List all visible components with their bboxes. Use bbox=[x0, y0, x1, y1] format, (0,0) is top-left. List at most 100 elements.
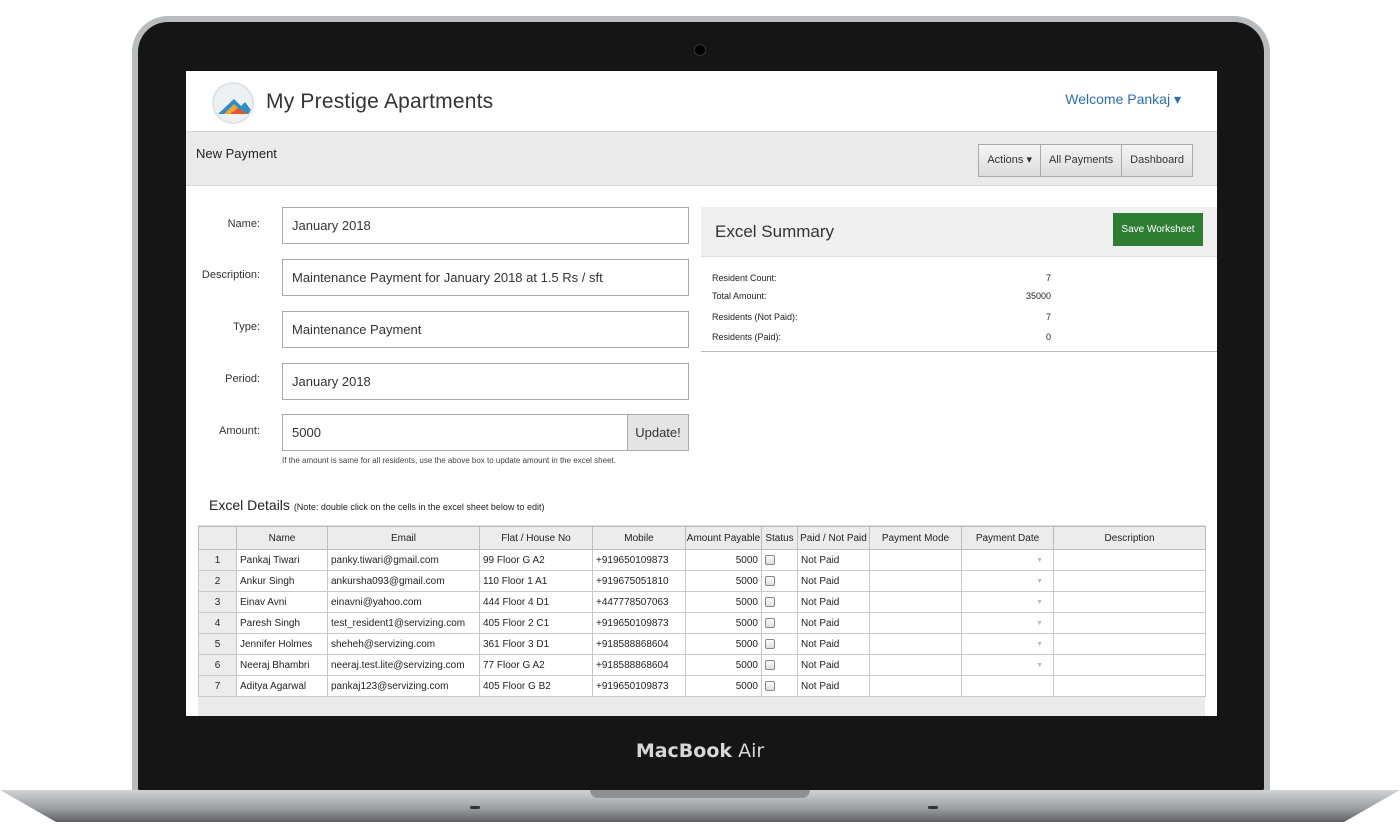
type-field[interactable]: Maintenance Payment bbox=[282, 311, 689, 348]
cell-paid[interactable]: Not Paid bbox=[797, 570, 870, 592]
checkbox-icon[interactable] bbox=[765, 575, 775, 586]
cell-name[interactable]: Neeraj Bhambri bbox=[236, 654, 328, 676]
column-header[interactable]: Flat / House No bbox=[479, 526, 593, 550]
column-header[interactable]: Name bbox=[236, 526, 328, 550]
cell-mode[interactable] bbox=[869, 591, 962, 613]
update-amount-button[interactable]: Update! bbox=[627, 414, 689, 451]
cell-email[interactable]: pankaj123@servizing.com bbox=[327, 675, 480, 697]
app-title[interactable]: My Prestige Apartments bbox=[266, 90, 493, 114]
cell-name[interactable]: Einav Avni bbox=[236, 591, 328, 613]
cell-amount[interactable]: 5000 bbox=[685, 549, 762, 571]
cell-paid[interactable]: Not Paid bbox=[797, 654, 870, 676]
cell-flat[interactable]: 99 Floor G A2 bbox=[479, 549, 593, 571]
cell-email[interactable]: einavni@yahoo.com bbox=[327, 591, 480, 613]
column-header[interactable]: Mobile bbox=[592, 526, 686, 550]
cell-mobile[interactable]: +919650109873 bbox=[592, 612, 686, 634]
cell-email[interactable]: sheheh@servizing.com bbox=[327, 633, 480, 655]
cell-name[interactable]: Pankaj Tiwari bbox=[236, 549, 328, 571]
mountain-logo-icon[interactable] bbox=[212, 82, 254, 124]
cell-paid[interactable]: Not Paid bbox=[797, 549, 870, 571]
checkbox-icon[interactable] bbox=[765, 680, 775, 691]
cell-status[interactable] bbox=[761, 612, 798, 634]
cell-name[interactable]: Jennifer Holmes bbox=[236, 633, 328, 655]
cell-description[interactable] bbox=[1053, 549, 1206, 571]
cell-description[interactable] bbox=[1053, 654, 1206, 676]
column-header[interactable]: Status bbox=[761, 526, 798, 550]
cell-name[interactable]: Ankur Singh bbox=[236, 570, 328, 592]
cell-status[interactable] bbox=[761, 591, 798, 613]
cell-mode[interactable] bbox=[869, 654, 962, 676]
cell-name[interactable]: Paresh Singh bbox=[236, 612, 328, 634]
cell-mode[interactable] bbox=[869, 633, 962, 655]
cell-mode[interactable] bbox=[869, 675, 962, 697]
dropdown-arrow-icon[interactable]: ▼ bbox=[961, 612, 1054, 634]
cell-paid[interactable]: Not Paid bbox=[797, 675, 870, 697]
cell-paid[interactable]: Not Paid bbox=[797, 633, 870, 655]
cell-description[interactable] bbox=[1053, 675, 1206, 697]
all-payments-button[interactable]: All Payments bbox=[1039, 144, 1123, 177]
column-header[interactable]: Amount Payable bbox=[685, 526, 762, 550]
cell-mode[interactable] bbox=[869, 612, 962, 634]
cell-description[interactable] bbox=[1053, 591, 1206, 613]
save-worksheet-button[interactable]: Save Worksheet bbox=[1113, 213, 1203, 246]
cell-description[interactable] bbox=[1053, 633, 1206, 655]
cell-amount[interactable]: 5000 bbox=[685, 654, 762, 676]
column-header[interactable]: Paid / Not Paid bbox=[797, 526, 870, 550]
period-field[interactable]: January 2018 bbox=[282, 363, 689, 400]
column-header[interactable]: Email bbox=[327, 526, 480, 550]
cell-mode[interactable] bbox=[869, 570, 962, 592]
cell-email[interactable]: ankursha093@gmail.com bbox=[327, 570, 480, 592]
cell-status[interactable] bbox=[761, 633, 798, 655]
cell-mobile[interactable]: +919650109873 bbox=[592, 675, 686, 697]
cell-email[interactable]: panky.tiwari@gmail.com bbox=[327, 549, 480, 571]
dropdown-arrow-icon[interactable] bbox=[961, 675, 1054, 697]
cell-flat[interactable]: 405 Floor G B2 bbox=[479, 675, 593, 697]
cell-flat[interactable]: 361 Floor 3 D1 bbox=[479, 633, 593, 655]
amount-field[interactable]: 5000 bbox=[282, 414, 628, 451]
cell-status[interactable] bbox=[761, 654, 798, 676]
cell-mode[interactable] bbox=[869, 549, 962, 571]
actions-dropdown-button[interactable]: Actions ▾ bbox=[978, 144, 1041, 177]
dashboard-button[interactable]: Dashboard bbox=[1121, 144, 1193, 177]
user-menu[interactable]: Welcome Pankaj ▾ bbox=[1065, 91, 1181, 108]
cell-mobile[interactable]: +919650109873 bbox=[592, 549, 686, 571]
name-field[interactable]: January 2018 bbox=[282, 207, 689, 244]
cell-description[interactable] bbox=[1053, 570, 1206, 592]
cell-email[interactable]: neeraj.test.lite@servizing.com bbox=[327, 654, 480, 676]
checkbox-icon[interactable] bbox=[765, 638, 775, 649]
cell-status[interactable] bbox=[761, 675, 798, 697]
cell-amount[interactable]: 5000 bbox=[685, 591, 762, 613]
cell-amount[interactable]: 5000 bbox=[685, 570, 762, 592]
checkbox-icon[interactable] bbox=[765, 554, 775, 565]
dropdown-arrow-icon[interactable]: ▼ bbox=[961, 633, 1054, 655]
cell-amount[interactable]: 5000 bbox=[685, 612, 762, 634]
checkbox-icon[interactable] bbox=[765, 659, 775, 670]
cell-mobile[interactable]: +919675051810 bbox=[592, 570, 686, 592]
dropdown-arrow-icon[interactable]: ▼ bbox=[961, 654, 1054, 676]
cell-paid[interactable]: Not Paid bbox=[797, 591, 870, 613]
cell-mobile[interactable]: +918588868604 bbox=[592, 633, 686, 655]
column-header[interactable]: Payment Date bbox=[961, 526, 1054, 550]
cell-paid[interactable]: Not Paid bbox=[797, 612, 870, 634]
cell-flat[interactable]: 405 Floor 2 C1 bbox=[479, 612, 593, 634]
dropdown-arrow-icon[interactable]: ▼ bbox=[961, 591, 1054, 613]
checkbox-icon[interactable] bbox=[765, 617, 775, 628]
column-header[interactable]: Payment Mode bbox=[869, 526, 962, 550]
cell-flat[interactable]: 77 Floor G A2 bbox=[479, 654, 593, 676]
cell-mobile[interactable]: +918588868604 bbox=[592, 654, 686, 676]
cell-amount[interactable]: 5000 bbox=[685, 633, 762, 655]
cell-mobile[interactable]: +447778507063 bbox=[592, 591, 686, 613]
column-header[interactable]: Description bbox=[1053, 526, 1206, 550]
cell-flat[interactable]: 444 Floor 4 D1 bbox=[479, 591, 593, 613]
dropdown-arrow-icon[interactable]: ▼ bbox=[961, 549, 1054, 571]
cell-status[interactable] bbox=[761, 570, 798, 592]
cell-email[interactable]: test_resident1@servizing.com bbox=[327, 612, 480, 634]
cell-description[interactable] bbox=[1053, 612, 1206, 634]
cell-amount[interactable]: 5000 bbox=[685, 675, 762, 697]
dropdown-arrow-icon[interactable]: ▼ bbox=[961, 570, 1054, 592]
cell-name[interactable]: Aditya Agarwal bbox=[236, 675, 328, 697]
cell-status[interactable] bbox=[761, 549, 798, 571]
checkbox-icon[interactable] bbox=[765, 596, 775, 607]
description-field[interactable]: Maintenance Payment for January 2018 at … bbox=[282, 259, 689, 296]
cell-flat[interactable]: 110 Floor 1 A1 bbox=[479, 570, 593, 592]
